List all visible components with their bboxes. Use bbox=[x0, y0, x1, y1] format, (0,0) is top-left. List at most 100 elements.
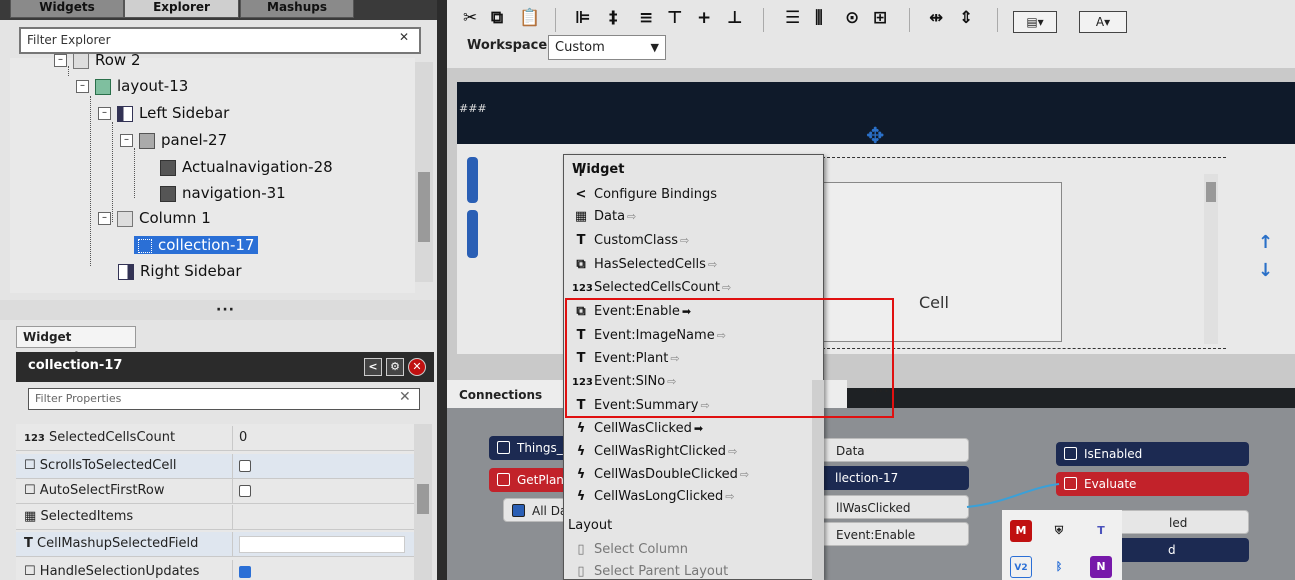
workspace-select[interactable]: Custom ▼ bbox=[548, 35, 666, 60]
align-bottom-icon[interactable]: ⊥ bbox=[727, 8, 743, 28]
property-name: SelectedItems bbox=[40, 509, 134, 524]
bindings-icon[interactable]: < bbox=[364, 358, 382, 376]
panel-divider[interactable] bbox=[437, 0, 447, 580]
menu-item-customclass[interactable]: T CustomClass ⇨ bbox=[572, 230, 690, 252]
shield-icon[interactable]: ⛨ bbox=[1048, 520, 1070, 542]
tree-node-panel27[interactable]: – panel-27 bbox=[120, 130, 227, 150]
v2-icon[interactable]: V2 bbox=[1010, 556, 1032, 578]
panel-splitter[interactable]: ··· bbox=[0, 300, 437, 320]
move-handle-icon[interactable]: ✥ bbox=[866, 124, 884, 149]
menu-header-layout: Layout bbox=[568, 518, 613, 533]
text-icon: T bbox=[24, 536, 33, 551]
close-icon[interactable]: ✕ bbox=[408, 358, 426, 376]
property-row[interactable]: 123 SelectedCellsCount 0 bbox=[16, 426, 414, 451]
menu-item-select-column[interactable]: ▯ Select Column bbox=[572, 539, 688, 561]
tree-node-row2[interactable]: – Row 2 bbox=[54, 50, 141, 70]
align-center-icon[interactable]: ‡ bbox=[609, 8, 618, 28]
property-checkbox[interactable] bbox=[239, 566, 251, 578]
scroll-thumb[interactable] bbox=[1206, 182, 1216, 202]
highlight-box bbox=[565, 298, 894, 418]
tree-node-column1[interactable]: – Column 1 bbox=[98, 208, 211, 228]
property-name: ScrollsToSelectedCell bbox=[39, 458, 177, 473]
collection-scrollbar[interactable] bbox=[1204, 174, 1218, 344]
center-icon[interactable]: ⊙ bbox=[845, 8, 859, 28]
tree-label: Actualnavigation-28 bbox=[182, 158, 333, 176]
view-menu-icon[interactable]: ▤▾ bbox=[1013, 11, 1057, 33]
panel-icon bbox=[139, 132, 155, 149]
tree-label: layout-13 bbox=[117, 77, 189, 95]
arrow-up-icon[interactable]: ↑ bbox=[1258, 232, 1273, 253]
tab-connections[interactable]: Connections bbox=[459, 388, 542, 402]
property-checkbox[interactable] bbox=[239, 485, 251, 497]
distribute-vertical-icon[interactable]: ☰ bbox=[785, 8, 800, 28]
tree-node-left-sidebar[interactable]: – Left Sidebar bbox=[98, 103, 229, 123]
align-middle-icon[interactable]: + bbox=[697, 8, 711, 28]
tab-mashups[interactable]: Mashups bbox=[240, 0, 354, 18]
distribute-horizontal-icon[interactable]: ⫼ bbox=[815, 8, 823, 28]
arrow-down-icon[interactable]: ↓ bbox=[1258, 260, 1273, 281]
bluetooth-icon[interactable]: ᛒ bbox=[1048, 556, 1070, 578]
workspace-label: Workspace bbox=[467, 38, 548, 53]
tab-explorer[interactable]: Explorer bbox=[124, 0, 239, 18]
copy-icon[interactable]: ⧉ bbox=[491, 8, 503, 28]
same-width-icon[interactable]: ⇹ bbox=[929, 8, 943, 28]
filter-explorer-placeholder: Filter Explorer bbox=[27, 33, 111, 47]
property-row[interactable]: ☐ ScrollsToSelectedCell bbox=[16, 454, 414, 479]
tree-label: collection-17 bbox=[158, 236, 255, 254]
menu-item-cellwasrightclicked[interactable]: ϟ CellWasRightClicked ⇨ bbox=[572, 441, 738, 463]
property-checkbox[interactable] bbox=[239, 460, 251, 472]
cell-label: Cell bbox=[919, 293, 949, 312]
cut-icon[interactable]: ✂ bbox=[463, 8, 477, 28]
tab-widgets[interactable]: Widgets bbox=[10, 0, 124, 18]
clear-filter-icon[interactable]: ✕ bbox=[399, 30, 409, 44]
menu-item-selectedcellscount[interactable]: 123SelectedCellsCount ⇨ bbox=[572, 277, 731, 299]
center-canvas-icon[interactable]: ⊞ bbox=[873, 8, 887, 28]
same-height-icon[interactable]: ⇕ bbox=[959, 8, 973, 28]
property-row[interactable]: ☐ HandleSelectionUpdates bbox=[16, 560, 414, 580]
paste-icon[interactable]: 📋 bbox=[519, 8, 540, 28]
properties-scrollbar[interactable] bbox=[414, 424, 432, 580]
mcafee-icon[interactable]: M bbox=[1010, 520, 1032, 542]
filter-properties-input[interactable]: Filter Properties ✕ bbox=[28, 388, 420, 410]
bolt-icon: ϟ bbox=[576, 444, 586, 459]
teams-icon[interactable]: T bbox=[1090, 520, 1112, 542]
menu-item-select-parent-layout[interactable]: ▯ Select Parent Layout bbox=[572, 561, 728, 580]
tree-node-navigation31[interactable]: navigation-31 bbox=[160, 183, 286, 203]
tree-label: panel-27 bbox=[161, 131, 228, 149]
sidebar-widget[interactable] bbox=[467, 157, 478, 203]
bolt-icon: ϟ bbox=[576, 489, 586, 504]
menu-item-configure-bindings[interactable]: < Configure Bindings bbox=[572, 184, 718, 206]
property-input[interactable] bbox=[239, 536, 405, 553]
menu-item-cellwasdoubleclicked[interactable]: ϟ CellWasDoubleClicked ⇨ bbox=[572, 464, 749, 486]
tree-node-right-sidebar[interactable]: Right Sidebar bbox=[118, 261, 242, 281]
property-row[interactable]: ☐ AutoSelectFirstRow bbox=[16, 479, 414, 504]
widget-properties-header[interactable]: Widget Properties bbox=[16, 326, 136, 364]
text-cursor-icon: I bbox=[578, 160, 584, 181]
menu-item-hasselectedcells[interactable]: ⧉ HasSelectedCells ⇨ bbox=[572, 254, 717, 276]
tree-node-collection17[interactable]: collection-17 bbox=[134, 235, 259, 255]
scroll-thumb[interactable] bbox=[417, 484, 429, 514]
tree-node-actualnavigation28[interactable]: Actualnavigation-28 bbox=[160, 157, 333, 177]
onenote-icon[interactable]: N bbox=[1090, 556, 1112, 578]
property-name: CellMashupSelectedField bbox=[37, 536, 199, 551]
menu-item-cellwaslongclicked[interactable]: ϟ CellWasLongClicked ⇨ bbox=[572, 486, 735, 508]
property-name: SelectedCellsCount bbox=[49, 430, 176, 445]
align-top-icon[interactable]: ⊤ bbox=[667, 8, 683, 28]
column-icon: ▯ bbox=[577, 542, 585, 557]
menu-item-cellwasclicked[interactable]: ϟ CellWasClicked ➡ bbox=[572, 418, 703, 440]
tree-node-layout13[interactable]: – layout-13 bbox=[76, 76, 188, 96]
scroll-thumb[interactable] bbox=[418, 172, 430, 242]
clear-filter-icon[interactable]: ✕ bbox=[399, 389, 411, 405]
align-right-icon[interactable]: ≡ bbox=[639, 8, 653, 28]
property-row[interactable]: T CellMashupSelectedField bbox=[16, 532, 414, 557]
gear-icon[interactable]: ⚙ bbox=[386, 358, 404, 376]
align-left-icon[interactable]: ⊫ bbox=[575, 8, 591, 28]
chevron-down-icon: ▼ bbox=[650, 41, 659, 54]
properties-table: 123 SelectedCellsCount 0 ☐ ScrollsToSelec… bbox=[16, 424, 414, 580]
selected-widget-name: collection-17 bbox=[28, 358, 123, 373]
menu-item-data[interactable]: ▦ Data ⇨ bbox=[572, 206, 636, 228]
explorer-scrollbar[interactable] bbox=[415, 62, 433, 282]
localization-menu-icon[interactable]: A▾ bbox=[1079, 11, 1127, 33]
sidebar-widget[interactable] bbox=[467, 210, 478, 258]
property-row[interactable]: ▦ SelectedItems bbox=[16, 505, 414, 530]
